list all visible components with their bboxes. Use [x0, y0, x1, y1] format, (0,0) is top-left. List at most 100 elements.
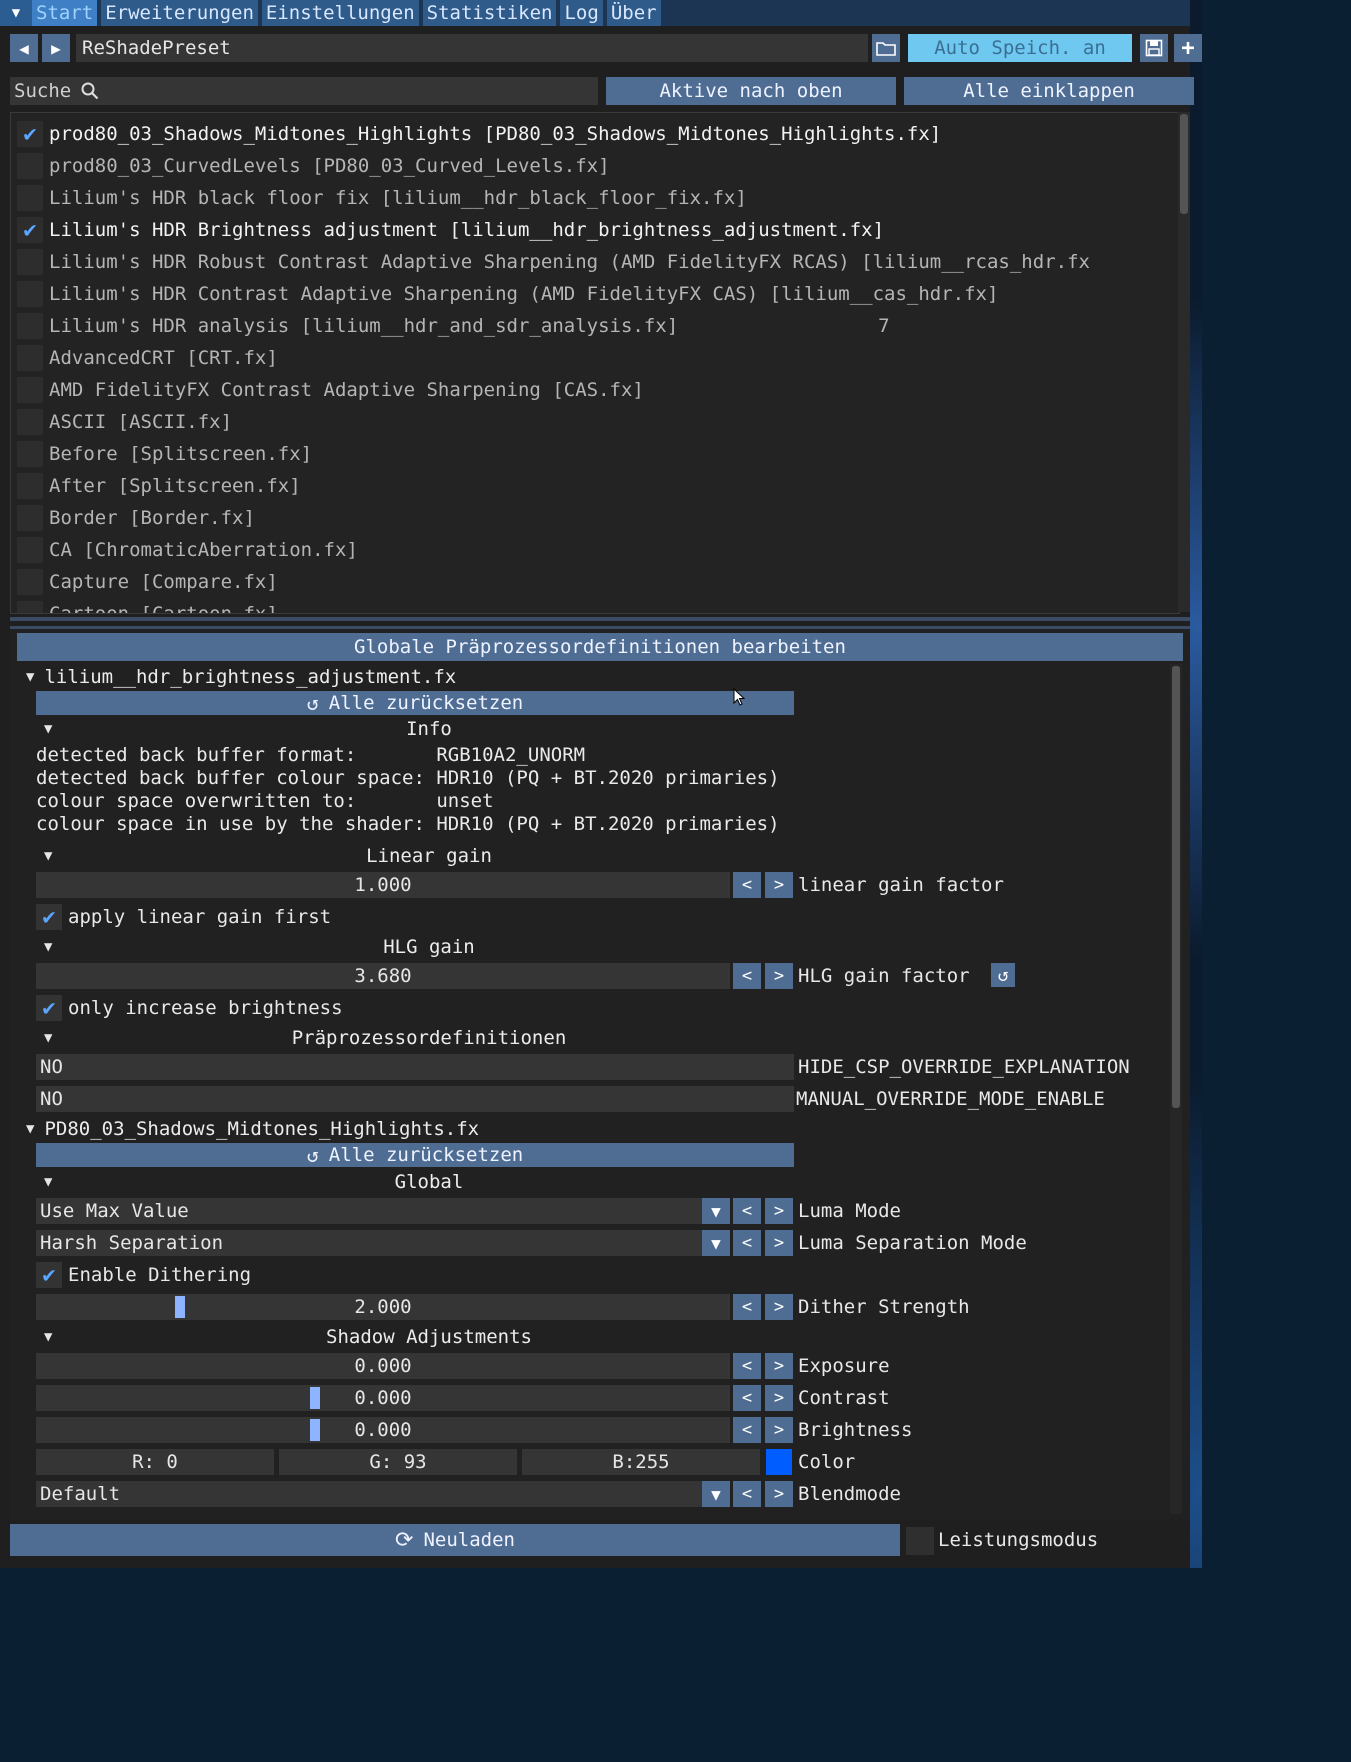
list-item[interactable]: AdvancedCRT [CRT.fx] — [11, 342, 1179, 374]
list-item[interactable]: Lilium's HDR black floor fix [lilium__hd… — [11, 182, 1179, 214]
menu-tab[interactable]: Statistiken — [422, 0, 557, 26]
decrement-button[interactable]: < — [733, 1417, 761, 1443]
previous-preset-icon[interactable]: ◀ — [10, 34, 38, 62]
color-r-input[interactable]: R: 0 — [36, 1449, 274, 1475]
collapse-all-button[interactable]: Alle einklappen — [904, 77, 1194, 105]
reload-button[interactable]: ⟳ Neuladen — [10, 1524, 900, 1556]
preprocessor-category[interactable]: ▼ Präprozessordefinitionen — [44, 1026, 814, 1050]
contrast-slider[interactable]: 0.000 — [36, 1385, 730, 1411]
effect-list-scroll-thumb[interactable] — [1180, 114, 1188, 214]
menu-tab[interactable]: Über — [606, 0, 661, 26]
exposure-input[interactable]: 0.000 — [36, 1353, 730, 1379]
next-preset-icon[interactable]: ▶ — [42, 34, 70, 62]
splitter[interactable] — [10, 617, 1190, 621]
only-increase-checkbox[interactable]: ✔ — [36, 995, 62, 1021]
increment-button[interactable]: > — [765, 1230, 793, 1256]
list-item[interactable]: CA [ChromaticAberration.fx] — [11, 534, 1179, 566]
dropdown-arrow-icon[interactable]: ▼ — [702, 1230, 730, 1256]
preset-name-field[interactable]: ReShadePreset — [76, 34, 868, 62]
effect-checkbox[interactable]: ✔ — [17, 121, 43, 147]
decrement-button[interactable]: < — [733, 872, 761, 898]
effect-checkbox[interactable] — [17, 505, 43, 531]
reset-value-icon[interactable]: ↺ — [991, 963, 1015, 987]
increment-button[interactable]: > — [765, 1353, 793, 1379]
menu-tab[interactable]: Log — [560, 0, 603, 26]
decrement-button[interactable]: < — [733, 1385, 761, 1411]
blendmode-combo[interactable]: Default — [36, 1481, 704, 1507]
effect-checkbox[interactable] — [17, 281, 43, 307]
linear-gain-category[interactable]: ▼ Linear gain — [44, 844, 814, 868]
list-item[interactable]: ASCII [ASCII.fx] — [11, 406, 1179, 438]
active-to-top-button[interactable]: Aktive nach oben — [606, 77, 896, 105]
preproc-value-field[interactable]: NO — [36, 1054, 794, 1080]
effect-checkbox[interactable] — [17, 249, 43, 275]
linear-gain-slider[interactable]: 1.000 — [36, 872, 730, 898]
color-g-input[interactable]: G: 93 — [279, 1449, 517, 1475]
list-item[interactable]: Before [Splitscreen.fx] — [11, 438, 1179, 470]
save-icon[interactable] — [1140, 34, 1168, 62]
list-item[interactable]: Lilium's HDR analysis [lilium__hdr_and_s… — [11, 310, 1179, 342]
settings-scrollbar[interactable] — [1170, 664, 1182, 1514]
performance-mode-checkbox[interactable] — [906, 1527, 934, 1555]
global-defs-button[interactable]: Globale Präprozessordefinitionen bearbei… — [17, 633, 1183, 661]
effect-checkbox[interactable] — [17, 377, 43, 403]
hlg-gain-slider[interactable]: 3.680 — [36, 963, 730, 989]
shader-section-brightness[interactable]: ▼ lilium__hdr_brightness_adjustment.fx — [26, 664, 456, 690]
list-item[interactable]: Lilium's HDR Robust Contrast Adaptive Sh… — [11, 246, 1179, 278]
hlg-gain-category[interactable]: ▼ HLG gain — [44, 935, 814, 959]
list-item[interactable]: Cartoon [Cartoon.fx] — [11, 598, 1179, 613]
preproc-value-field[interactable]: NO — [36, 1086, 794, 1112]
effect-checkbox[interactable] — [17, 153, 43, 179]
menu-tab[interactable]: Erweiterungen — [101, 0, 258, 26]
effect-checkbox[interactable] — [17, 473, 43, 499]
effect-checkbox[interactable] — [17, 601, 43, 613]
decrement-button[interactable]: < — [733, 1353, 761, 1379]
decrement-button[interactable]: < — [733, 1481, 761, 1507]
increment-button[interactable]: > — [765, 1294, 793, 1320]
decrement-button[interactable]: < — [733, 963, 761, 989]
reset-all-button[interactable]: ↺ Alle zurücksetzen — [36, 1143, 794, 1167]
dither-strength-slider[interactable]: 2.000 — [36, 1294, 730, 1320]
effect-checkbox[interactable] — [17, 313, 43, 339]
list-item[interactable]: AMD FidelityFX Contrast Adaptive Sharpen… — [11, 374, 1179, 406]
brightness-slider[interactable]: 0.000 — [36, 1417, 730, 1443]
list-item[interactable]: prod80_03_CurvedLevels [PD80_03_Curved_L… — [11, 150, 1179, 182]
increment-button[interactable]: > — [765, 1385, 793, 1411]
auto-save-button[interactable]: Auto Speich. an — [908, 34, 1132, 62]
luma-mode-combo[interactable]: Use Max Value — [36, 1198, 704, 1224]
decrement-button[interactable]: < — [733, 1230, 761, 1256]
dropdown-arrow-icon[interactable]: ▼ — [702, 1481, 730, 1507]
effect-checkbox[interactable] — [17, 441, 43, 467]
menu-tab[interactable]: Start — [32, 0, 98, 26]
increment-button[interactable]: > — [765, 872, 793, 898]
shadow-adjustments-category[interactable]: ▼ Shadow Adjustments — [44, 1325, 814, 1349]
menu-tab[interactable]: Einstellungen — [261, 0, 419, 26]
color-b-input[interactable]: B:255 — [522, 1449, 760, 1475]
increment-button[interactable]: > — [765, 963, 793, 989]
list-item[interactable]: Lilium's HDR Contrast Adaptive Sharpenin… — [11, 278, 1179, 310]
apply-linear-first-checkbox[interactable]: ✔ — [36, 904, 62, 930]
increment-button[interactable]: > — [765, 1481, 793, 1507]
add-preset-icon[interactable]: + — [1174, 34, 1202, 62]
decrement-button[interactable]: < — [733, 1294, 761, 1320]
list-item[interactable]: After [Splitscreen.fx] — [11, 470, 1179, 502]
global-category[interactable]: ▼ Global — [44, 1170, 814, 1194]
dropdown-arrow-icon[interactable]: ▼ — [702, 1198, 730, 1224]
increment-button[interactable]: > — [765, 1417, 793, 1443]
info-category[interactable]: ▼ Info — [44, 717, 814, 741]
effect-checkbox[interactable] — [17, 537, 43, 563]
effect-checkbox[interactable] — [17, 345, 43, 371]
effect-list-scrollbar[interactable] — [1178, 112, 1190, 612]
search-input[interactable]: Suche — [10, 77, 598, 105]
list-item[interactable]: Capture [Compare.fx] — [11, 566, 1179, 598]
luma-separation-combo[interactable]: Harsh Separation — [36, 1230, 704, 1256]
effect-checkbox[interactable]: ✔ — [17, 217, 43, 243]
list-item[interactable]: ✔ prod80_03_Shadows_Midtones_Highlights [… — [11, 118, 1179, 150]
settings-scroll-thumb[interactable] — [1172, 666, 1180, 1108]
enable-dithering-checkbox[interactable]: ✔ — [36, 1262, 62, 1288]
list-item[interactable]: Border [Border.fx] — [11, 502, 1179, 534]
effect-checkbox[interactable] — [17, 569, 43, 595]
effect-checkbox[interactable] — [17, 409, 43, 435]
folder-icon[interactable] — [872, 34, 900, 62]
shader-section-smh[interactable]: ▼ PD80_03_Shadows_Midtones_Highlights.fx — [26, 1116, 479, 1142]
